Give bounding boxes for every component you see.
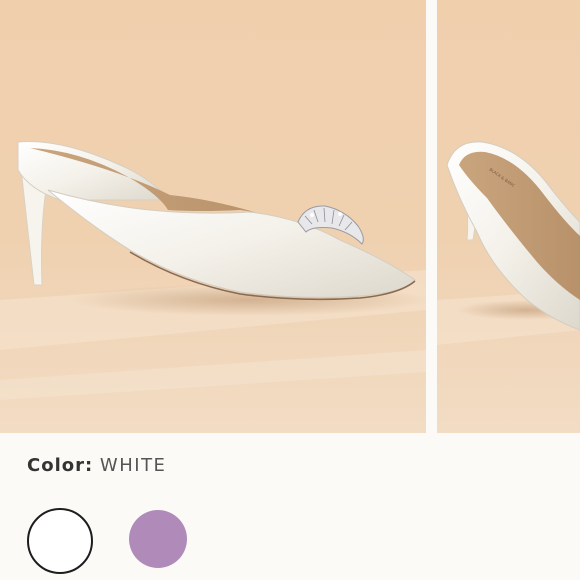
product-image-main[interactable] xyxy=(0,0,426,433)
white-mule-shoe-image xyxy=(0,0,426,433)
white-mule-side-image: BLACK & BANC xyxy=(437,0,580,433)
product-image-gallery[interactable]: BLACK & BANC xyxy=(0,0,580,433)
color-label: Color: xyxy=(27,455,94,476)
color-swatch-white[interactable] xyxy=(27,508,93,574)
color-selection-label: Color: WHITE xyxy=(27,455,166,476)
product-image-next[interactable]: BLACK & BANC xyxy=(437,0,580,433)
color-value: WHITE xyxy=(99,455,167,476)
color-swatch-lilac[interactable] xyxy=(129,510,187,568)
